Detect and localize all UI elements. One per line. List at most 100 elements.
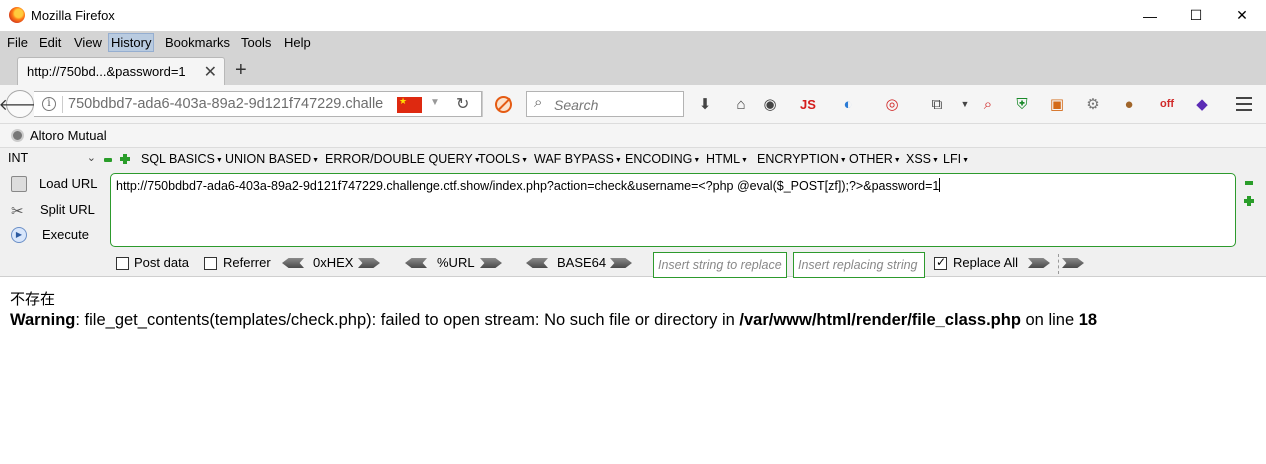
execute-label: Execute <box>42 227 89 242</box>
url-textarea[interactable]: http://750bdbd7-ada6-403a-89a2-9d121f747… <box>110 173 1236 247</box>
replace-all-checkbox[interactable] <box>934 255 947 270</box>
js-toggle-icon[interactable]: JS <box>798 94 818 114</box>
menu-help[interactable]: Help <box>282 34 313 51</box>
menu-tools[interactable]: Tools <box>239 34 273 51</box>
addon-icon[interactable]: ▣ <box>1047 94 1067 114</box>
menu-encryption[interactable]: ENCRYPTION▼ <box>757 152 847 166</box>
split-url-button[interactable]: ✂ Split URL <box>8 200 104 222</box>
globe-icon[interactable]: ◉ <box>760 94 780 114</box>
world-icon[interactable]: ◐ <box>838 94 858 114</box>
target-icon[interactable]: ◎ <box>882 94 902 114</box>
warning-text: : file_get_contents(templates/check.php)… <box>75 311 740 329</box>
load-url-label: Load URL <box>39 176 98 191</box>
base64-encode-arrow-icon[interactable] <box>610 258 632 268</box>
chevron-down-icon[interactable]: ▼ <box>955 94 975 114</box>
load-url-icon <box>11 176 27 192</box>
chevron-down-icon: ⌄ <box>86 152 96 164</box>
bookmarks-bar: Altoro Mutual <box>0 124 1266 147</box>
divider <box>482 91 483 117</box>
search-icon: ⌕ <box>534 94 543 111</box>
replace-arrow-icon[interactable] <box>1028 258 1050 268</box>
remove-icon[interactable] <box>1245 181 1253 185</box>
chevron-down-icon[interactable]: ▼ <box>430 97 440 108</box>
menu-encoding[interactable]: ENCODING▼ <box>625 152 700 166</box>
replace-string-input[interactable]: Insert string to replace <box>653 252 787 278</box>
back-button[interactable]: 🡐 <box>0 90 41 118</box>
close-window-button[interactable]: ✕ <box>1219 0 1265 31</box>
replace-back-arrow-icon[interactable] <box>1062 258 1084 268</box>
hex-decode-arrow-icon[interactable] <box>282 258 304 268</box>
add-icon[interactable] <box>1244 196 1254 206</box>
url-text[interactable]: 750bdbd7-ada6-403a-89a2-9d121f747229.cha… <box>68 96 394 112</box>
load-url-button[interactable]: Load URL <box>8 174 104 196</box>
home-icon[interactable]: ⌂ <box>731 94 751 114</box>
shield-icon[interactable]: ⛨ <box>1012 94 1032 114</box>
base64-decode-arrow-icon[interactable] <box>526 258 548 268</box>
magnifier-icon[interactable]: ⌕ <box>978 94 998 114</box>
menu-union-based[interactable]: UNION BASED▼ <box>225 152 319 166</box>
noscript-icon[interactable] <box>495 96 512 113</box>
menu-other[interactable]: OTHER▼ <box>849 152 901 166</box>
search-bar[interactable]: ⌕ Search <box>526 91 684 117</box>
download-icon[interactable]: ⬇ <box>695 94 715 114</box>
add-icon[interactable] <box>120 154 130 164</box>
scissors-icon: ✂ <box>11 203 24 220</box>
warning-line-number: 18 <box>1078 311 1098 329</box>
menu-view[interactable]: View <box>72 34 104 51</box>
menu-bar: File Edit View History Bookmarks Tools H… <box>0 31 1266 54</box>
cube-icon[interactable]: ◆ <box>1192 94 1212 114</box>
bookmark-altoro-mutual[interactable]: Altoro Mutual <box>30 128 107 143</box>
tab-active[interactable]: http://750bd...&password=1 ✕ <box>17 57 225 85</box>
menu-waf-bypass[interactable]: WAF BYPASS▼ <box>534 152 622 166</box>
page-content: 不存在 Warning: file_get_contents(templates… <box>10 288 1097 330</box>
menu-xss[interactable]: XSS▼ <box>906 152 939 166</box>
url-textarea-value: http://750bdbd7-ada6-403a-89a2-9d121f747… <box>116 179 940 193</box>
warning-label: Warning <box>10 311 76 329</box>
execute-button[interactable]: ▶ Execute <box>8 225 104 247</box>
reload-icon[interactable]: ↻ <box>456 94 469 114</box>
type-select[interactable]: INT ⌄ <box>8 151 98 169</box>
hackbar-panel: INT ⌄ SQL BASICS▼ UNION BASED▼ ERROR/DOU… <box>0 147 1266 278</box>
menu-html[interactable]: HTML▼ <box>706 152 748 166</box>
tab-close-icon[interactable]: ✕ <box>204 62 217 82</box>
menu-edit[interactable]: Edit <box>37 34 63 51</box>
url-bar[interactable]: i 750bdbd7-ada6-403a-89a2-9d121f747229.c… <box>34 91 482 117</box>
warning-online-text: on line <box>1020 311 1079 329</box>
url-encode-arrow-icon[interactable] <box>480 258 502 268</box>
url-decode-arrow-icon[interactable] <box>405 258 427 268</box>
menu-bookmarks[interactable]: Bookmarks <box>163 34 232 51</box>
maximize-button[interactable]: ☐ <box>1173 0 1219 31</box>
divider <box>62 96 63 113</box>
replacing-string-input[interactable]: Insert replacing string <box>793 252 925 278</box>
menu-tools[interactable]: TOOLS▼ <box>478 152 528 166</box>
gear-icon[interactable]: ⚙ <box>1083 94 1103 114</box>
play-icon: ▶ <box>11 227 27 243</box>
menu-history[interactable]: History <box>108 33 155 52</box>
menu-lfi[interactable]: LFI▼ <box>943 152 969 166</box>
menu-file[interactable]: File <box>5 34 30 51</box>
page-tools-icon[interactable]: ⧉ <box>927 94 947 114</box>
replace-all-label: Replace All <box>953 255 1019 270</box>
divider <box>1058 254 1059 274</box>
new-tab-button[interactable]: + <box>235 59 247 82</box>
post-data-label: Post data <box>134 255 189 270</box>
minimize-button[interactable]: — <box>1127 0 1173 31</box>
menu-sql-basics[interactable]: SQL BASICS▼ <box>141 152 223 166</box>
menu-hamburger-icon[interactable] <box>1236 97 1252 115</box>
info-icon[interactable]: i <box>42 97 56 111</box>
search-input[interactable]: Search <box>554 97 598 113</box>
off-toggle-icon[interactable]: off <box>1157 94 1177 114</box>
menu-error-double-query[interactable]: ERROR/DOUBLE QUERY▼ <box>325 152 481 166</box>
post-data-checkbox[interactable] <box>116 257 129 270</box>
firefox-logo-icon <box>9 7 25 23</box>
cookie-icon[interactable]: ● <box>1119 94 1139 114</box>
hex-encode-arrow-icon[interactable] <box>358 258 380 268</box>
referrer-checkbox[interactable] <box>204 257 217 270</box>
page-message: 不存在 <box>10 290 56 308</box>
remove-icon[interactable] <box>104 158 112 162</box>
hex-label: 0xHEX <box>313 255 354 270</box>
bookmark-favicon-icon <box>11 129 24 142</box>
tab-strip: http://750bd...&password=1 ✕ + <box>0 54 1266 85</box>
php-warning: Warning: file_get_contents(templates/che… <box>10 311 1097 330</box>
referrer-label: Referrer <box>223 255 271 270</box>
